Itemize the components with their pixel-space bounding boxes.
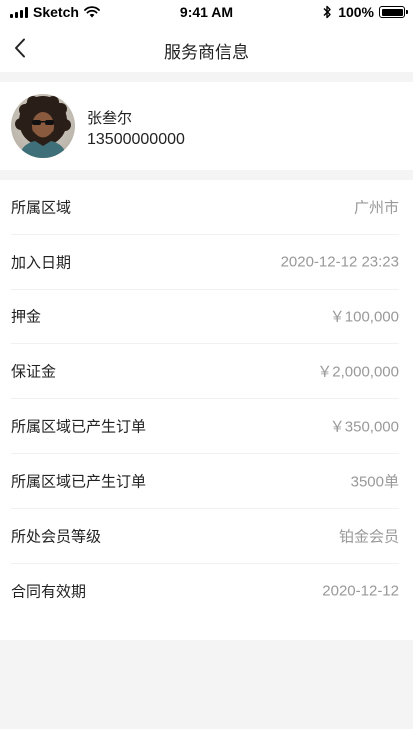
- info-row: 押金 ￥100,000: [11, 290, 399, 345]
- battery-fill: [381, 8, 403, 16]
- info-row: 所处会员等级 铂金会员: [11, 509, 399, 564]
- info-row: 所属区域已产生订单 3500单: [11, 454, 399, 509]
- info-label: 加入日期: [11, 254, 72, 272]
- info-list: 所属区域 广州市 加入日期 2020-12-12 23:23 押金 ￥100,0…: [0, 180, 413, 640]
- profile-phone: 13500000000: [87, 131, 185, 148]
- info-value: 广州市: [353, 199, 399, 217]
- battery-icon: [379, 6, 408, 18]
- info-value: ￥2,000,000: [317, 363, 399, 381]
- info-row: 所属区域已产生订单 ￥350,000: [11, 399, 399, 454]
- nav-bar: 服务商信息: [0, 24, 413, 72]
- info-row: 保证金 ￥2,000,000: [11, 344, 399, 400]
- info-value: 铂金会员: [338, 528, 399, 546]
- info-value: 2020-12-12 23:23: [280, 253, 399, 271]
- bluetooth-icon: [323, 5, 331, 19]
- info-label: 所属区域已产生订单: [11, 418, 147, 436]
- info-label: 所属区域已产生订单: [11, 473, 147, 491]
- info-label: 押金: [11, 308, 42, 326]
- info-row: 所属区域 广州市: [11, 180, 399, 235]
- info-value: ￥100,000: [329, 308, 399, 326]
- info-label: 所处会员等级: [11, 528, 102, 546]
- info-value: 3500单: [350, 473, 399, 491]
- page-title: 服务商信息: [164, 43, 249, 62]
- info-label: 保证金: [11, 363, 57, 381]
- info-value: 2020-12-12: [322, 582, 399, 600]
- status-bar-right: 100%: [322, 4, 408, 20]
- battery-percent: 100%: [338, 4, 374, 20]
- profile-name: 张叁尔: [87, 110, 133, 127]
- avatar: [11, 94, 75, 158]
- info-label: 所属区域: [11, 199, 72, 217]
- info-value: ￥350,000: [329, 418, 399, 436]
- status-bar: Sketch 9:41 AM 100%: [0, 0, 413, 24]
- info-row: 加入日期 2020-12-12 23:23: [11, 235, 399, 290]
- avatar-photo: [11, 94, 75, 158]
- profile-card: 张叁尔 13500000000: [0, 82, 413, 170]
- info-label: 合同有效期: [11, 583, 87, 601]
- info-row: 合同有效期 2020-12-12: [11, 564, 399, 619]
